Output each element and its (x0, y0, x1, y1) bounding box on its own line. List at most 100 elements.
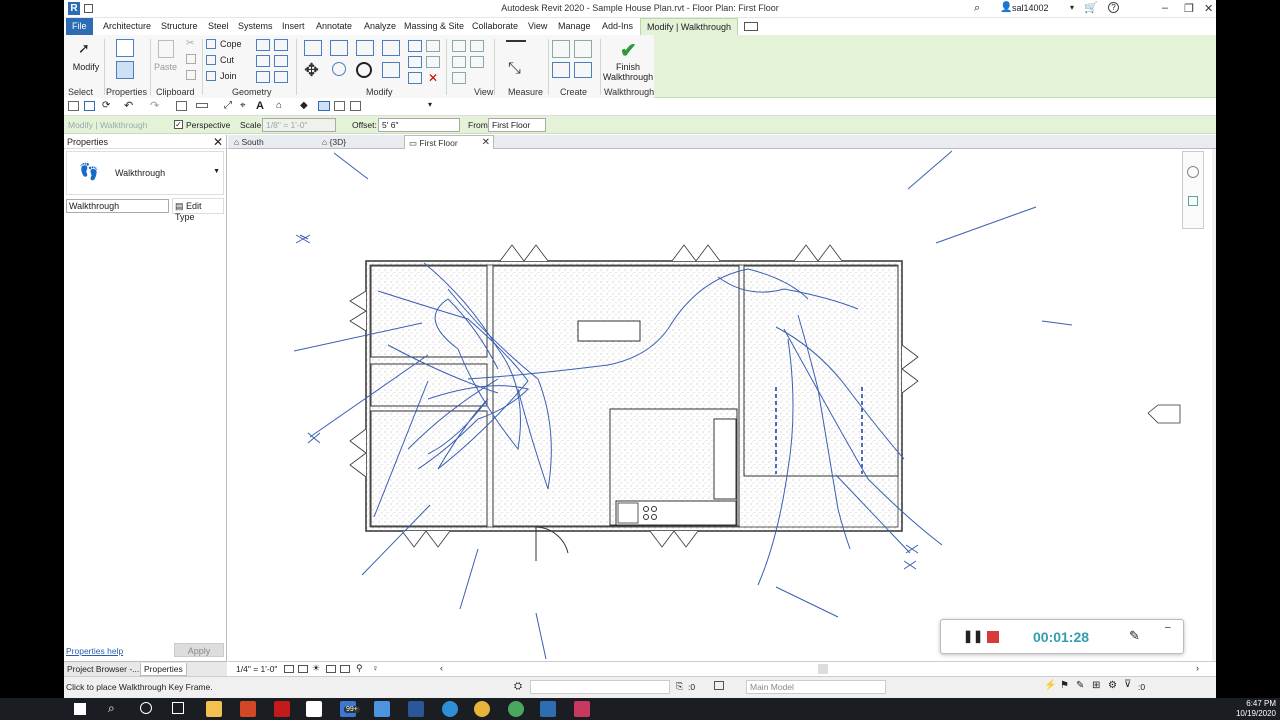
hide-bulb-icon[interactable] (452, 40, 466, 52)
thin-lines-icon[interactable] (318, 101, 330, 111)
array-icon[interactable] (408, 56, 422, 68)
editable-only-icon[interactable]: ⎘ (676, 681, 683, 692)
tab-project-browser[interactable]: Project Browser -... (64, 663, 142, 675)
navigation-bar[interactable] (1182, 151, 1204, 229)
visual-style-icon[interactable] (298, 665, 308, 673)
checkmark-icon[interactable]: ✔ (620, 38, 637, 63)
aligned-dimension-icon[interactable]: ⤢ (224, 100, 232, 111)
tab-properties[interactable]: Properties (140, 663, 187, 676)
perspective-checkbox[interactable]: ✓ (174, 120, 183, 129)
panel-toggle-icon[interactable] (744, 22, 758, 31)
user-name[interactable]: sal14002 (1012, 3, 1049, 13)
from-select[interactable]: First Floor (488, 118, 546, 132)
steering-wheel-icon[interactable] (1187, 166, 1199, 178)
properties-grid-icon[interactable] (116, 39, 134, 57)
tab-systems[interactable]: Systems (232, 18, 279, 35)
tab-south[interactable]: ⌂ South (230, 135, 268, 149)
measure-distance-icon[interactable] (506, 40, 526, 48)
revit-taskbar-icon[interactable] (540, 701, 556, 717)
copy-element-icon[interactable] (332, 62, 346, 76)
trim-extend-icon[interactable] (382, 62, 400, 78)
override-graphics-icon[interactable] (470, 40, 484, 52)
vertical-scrollbar[interactable] (1212, 149, 1216, 661)
file-explorer-icon[interactable] (206, 701, 222, 717)
mirror-axis-icon[interactable] (356, 40, 374, 56)
pause-icon[interactable]: ❚❚ (963, 629, 983, 643)
mirror-draw-icon[interactable] (382, 40, 400, 56)
remove-paint-icon[interactable] (274, 71, 288, 83)
task-view-icon[interactable] (172, 702, 184, 714)
user-icon[interactable]: 👤 (1000, 2, 1012, 13)
scroll-right-icon[interactable]: › (1196, 663, 1199, 673)
tab-first-floor[interactable]: ▭ First Floor ✕ (404, 135, 494, 149)
recorder-taskbar-icon[interactable] (574, 701, 590, 717)
3d-view-icon[interactable]: ⌂ (276, 100, 282, 111)
finish-label-1[interactable]: Finish (600, 62, 656, 72)
minimize-recorder-icon[interactable]: – (1165, 622, 1171, 633)
acrobat-icon[interactable] (274, 701, 290, 717)
minimize-button[interactable]: – (1162, 2, 1168, 14)
scale-select[interactable]: 1/8" = 1'-0" (262, 118, 336, 132)
stop-icon[interactable] (987, 631, 999, 643)
create-similar-icon[interactable] (574, 62, 592, 78)
close-button[interactable]: ✕ (1204, 2, 1213, 15)
unjoin-icon[interactable] (256, 71, 270, 83)
scroll-left-icon[interactable]: ‹ (440, 663, 443, 673)
drag-elements-icon[interactable]: ⚙ (1108, 680, 1117, 691)
cortana-icon[interactable] (140, 702, 152, 714)
match-properties-icon[interactable] (186, 70, 196, 80)
chrome-icon[interactable] (474, 701, 490, 717)
edge-icon[interactable] (442, 701, 458, 717)
windows-start-icon[interactable] (74, 703, 86, 715)
pin-icon[interactable] (426, 40, 440, 52)
tab-insert[interactable]: Insert (276, 18, 311, 35)
split-element-icon[interactable] (408, 40, 422, 52)
view-scale[interactable]: 1/4" = 1'-0" (236, 664, 277, 674)
search-icon[interactable]: ⌕ (108, 701, 115, 716)
dropdown-icon[interactable]: ▾ (1070, 3, 1074, 12)
cut-label[interactable]: Cut (220, 55, 234, 65)
apply-button[interactable]: Apply (174, 643, 224, 657)
detail-level-icon[interactable] (284, 665, 294, 673)
rotate-icon[interactable] (356, 62, 372, 78)
delete-icon[interactable]: ✕ (428, 72, 442, 84)
paint-icon[interactable] (274, 39, 288, 51)
tab-view[interactable]: View (522, 18, 553, 35)
panel-select[interactable]: Select (68, 87, 93, 97)
tab-structure[interactable]: Structure (155, 18, 204, 35)
reveal-hidden-icon[interactable]: ♀ (372, 663, 379, 673)
tab-steel[interactable]: Steel (202, 18, 235, 35)
design-options-icon[interactable] (714, 681, 724, 690)
clock[interactable]: 6:47 PM 10/19/2020 (1236, 699, 1276, 719)
line-style-icon[interactable] (470, 56, 484, 68)
instance-filter-select[interactable]: Walkthrough (66, 199, 169, 213)
offset-input[interactable]: 5' 6" (378, 118, 460, 132)
tab-file[interactable]: File (66, 18, 93, 35)
switch-windows-icon[interactable] (350, 101, 361, 111)
tab-massing-site[interactable]: Massing & Site (398, 18, 470, 35)
draw-pen-icon[interactable]: ✎ (1129, 628, 1140, 644)
align-icon[interactable] (304, 40, 322, 56)
sync-icon[interactable]: ⟳ (102, 100, 110, 111)
zoom-icon[interactable] (1188, 196, 1198, 206)
horizontal-scroll-thumb[interactable] (818, 664, 828, 674)
workset-field[interactable] (530, 680, 670, 694)
demolish-icon[interactable] (274, 55, 288, 67)
select-underlay-icon[interactable]: ⚑ (1060, 680, 1069, 691)
crop-view-icon[interactable] (340, 665, 350, 673)
help-icon[interactable]: ? (1108, 2, 1119, 13)
properties-help-link[interactable]: Properties help (66, 646, 123, 656)
cart-icon[interactable]: 🛒 (1084, 1, 1098, 14)
undo-icon[interactable]: ↶ (124, 99, 133, 112)
chrome-icon-2[interactable] (508, 701, 524, 717)
cope-label[interactable]: Cope (220, 39, 242, 49)
elevation-marker[interactable] (1147, 404, 1181, 424)
section-icon[interactable]: ◆ (300, 100, 308, 111)
scale-icon[interactable] (408, 72, 422, 84)
text-icon[interactable]: A (256, 100, 264, 112)
shadows-icon[interactable] (326, 665, 336, 673)
cope-icon[interactable] (206, 39, 216, 49)
offset-icon[interactable] (330, 40, 348, 56)
finish-label-2[interactable]: Walkthrough (600, 72, 656, 82)
cut-scissors-icon[interactable]: ✂ (186, 38, 194, 49)
